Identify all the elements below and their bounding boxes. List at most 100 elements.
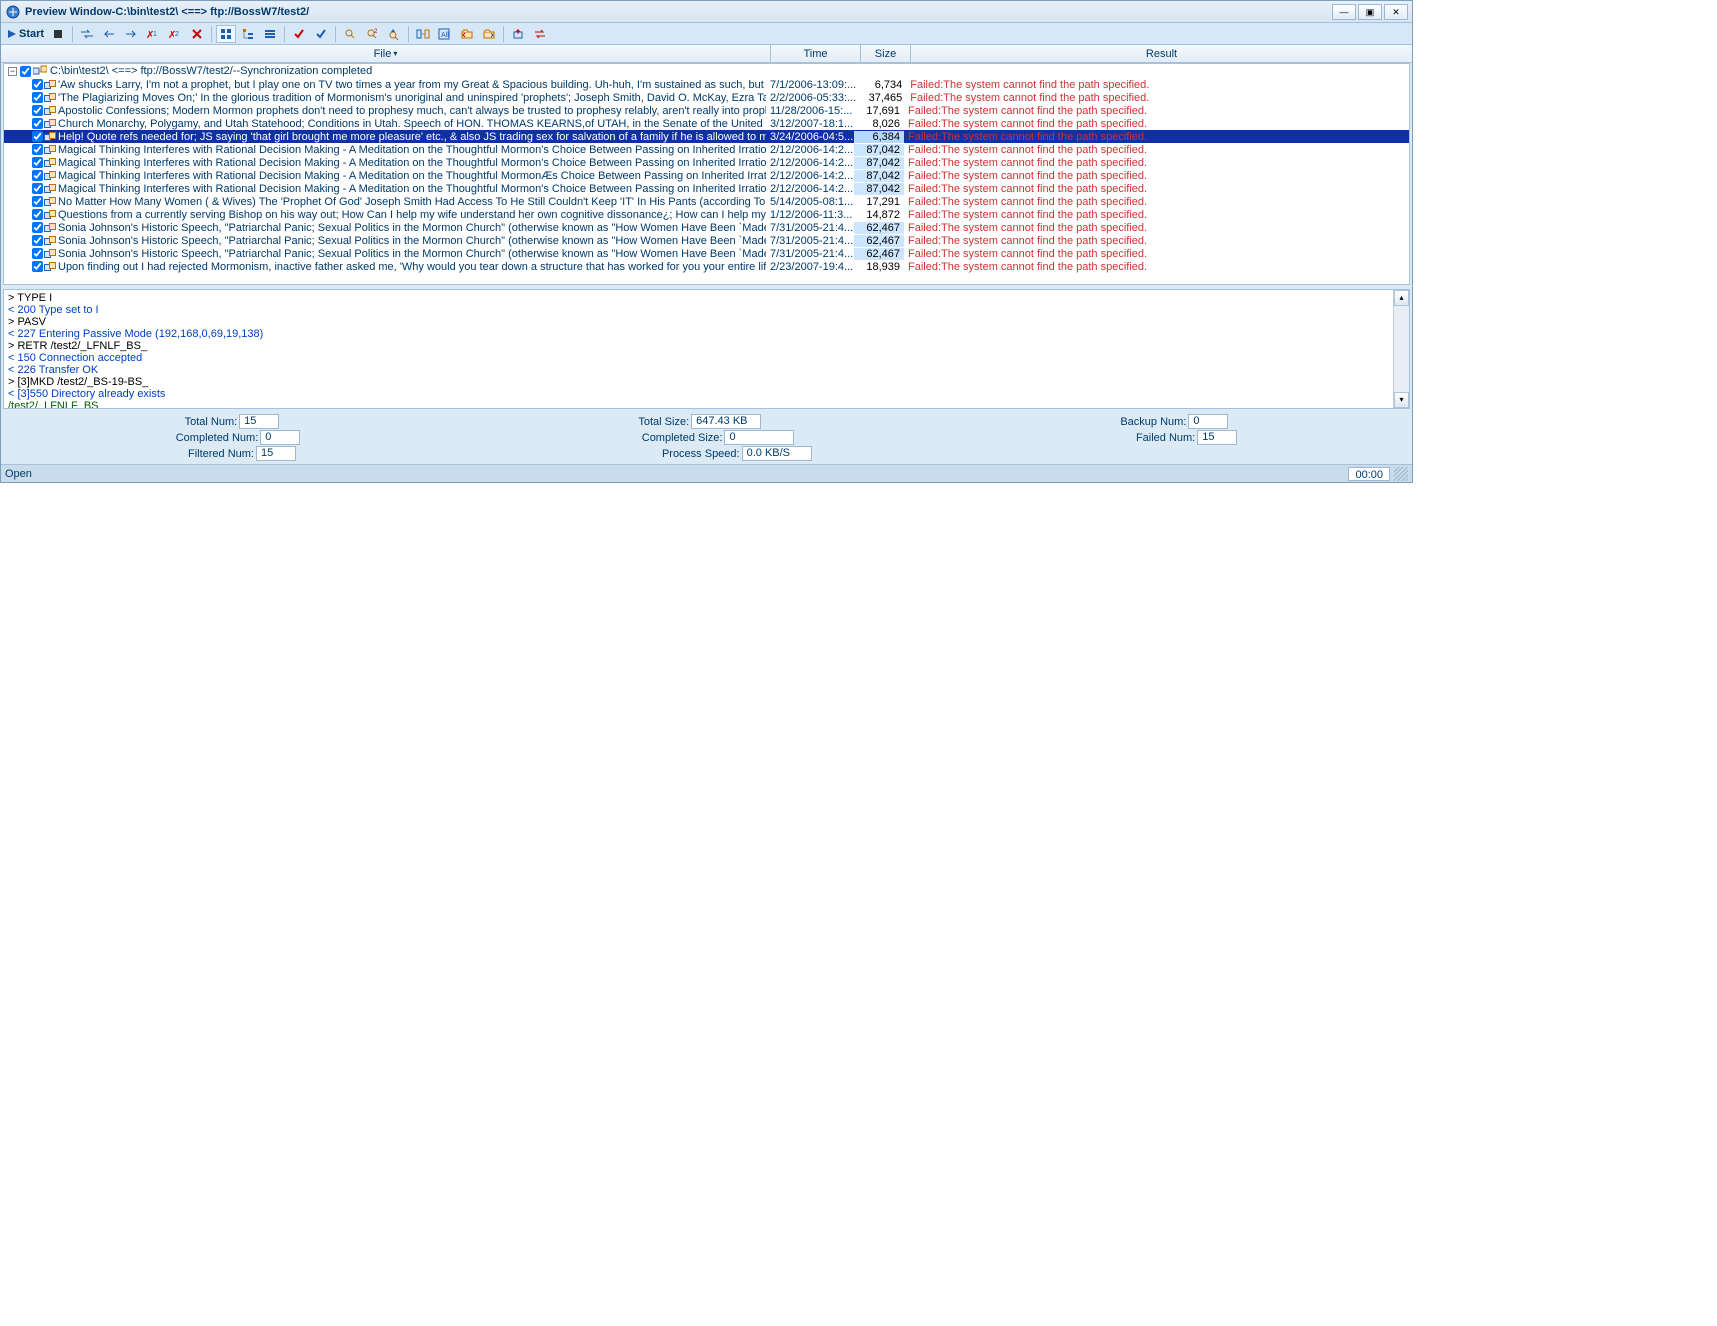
file-time: 7/31/2005-21:4... (766, 235, 854, 247)
stats-panel: Total Num:15 Total Size:647.43 KB Backup… (1, 411, 1412, 464)
row-checkbox[interactable] (32, 170, 43, 181)
export-icon[interactable] (508, 25, 528, 43)
delete-both-icon[interactable] (187, 25, 207, 43)
file-name: Magical Thinking Interferes with Rationa… (58, 183, 766, 195)
file-time: 7/31/2005-21:4... (766, 222, 854, 234)
file-time: 7/31/2005-21:4... (766, 248, 854, 260)
file-row[interactable]: 'Aw shucks Larry, I'm not a prophet, but… (4, 78, 1409, 91)
file-name: No Matter How Many Women ( & Wives) The … (58, 196, 766, 208)
resize-grip-icon[interactable] (1394, 467, 1408, 481)
row-checkbox[interactable] (32, 131, 43, 142)
search1-icon[interactable] (340, 25, 360, 43)
scroll-down-icon[interactable]: ▾ (1394, 392, 1409, 408)
delete-target-icon[interactable]: ✗2 (165, 25, 185, 43)
file-size: 6,734 (856, 79, 906, 91)
row-checkbox[interactable] (32, 248, 43, 259)
scroll-up-icon[interactable]: ▴ (1394, 290, 1409, 306)
file-row[interactable]: Sonia Johnson's Historic Speech, "Patria… (4, 247, 1409, 260)
folder-left-icon[interactable] (457, 25, 477, 43)
header-size[interactable]: Size (861, 45, 911, 62)
compare-icon[interactable] (413, 25, 433, 43)
row-checkbox[interactable] (32, 196, 43, 207)
start-button[interactable]: Start (5, 25, 46, 43)
row-checkbox[interactable] (32, 235, 43, 246)
file-name: Magical Thinking Interferes with Rationa… (58, 170, 766, 182)
file-size: 37,465 (856, 92, 906, 104)
file-pair-icon (44, 106, 56, 116)
file-result: Failed:The system cannot find the path s… (904, 118, 1409, 130)
header-time[interactable]: Time (771, 45, 861, 62)
file-name: Apostolic Confessions; Modern Mormon pro… (58, 105, 766, 117)
check-red-icon[interactable] (289, 25, 309, 43)
maximize-button[interactable]: ▣ (1358, 4, 1382, 20)
delete-source-icon[interactable]: ✗1 (143, 25, 163, 43)
view-list-icon[interactable] (260, 25, 280, 43)
file-size: 17,291 (854, 196, 904, 208)
file-size: 62,467 (854, 248, 904, 260)
root-checkbox[interactable] (20, 66, 31, 77)
row-checkbox[interactable] (32, 79, 43, 90)
file-tree-pane[interactable]: − C:\bin\test2\ <==> ftp://BossW7/test2/… (3, 63, 1410, 285)
row-checkbox[interactable] (32, 157, 43, 168)
titlebar[interactable]: Preview Window-C:\bin\test2\ <==> ftp://… (1, 1, 1412, 23)
row-checkbox[interactable] (32, 209, 43, 220)
log-scrollbar[interactable]: ▴ ▾ (1393, 290, 1409, 408)
tree-root[interactable]: − C:\bin\test2\ <==> ftp://BossW7/test2/… (4, 64, 1409, 78)
file-row[interactable]: Sonia Johnson's Historic Speech, "Patria… (4, 234, 1409, 247)
window-controls: — ▣ ✕ (1332, 4, 1408, 20)
total-size-label: Total Size: (638, 416, 689, 428)
file-pair-icon (44, 262, 56, 272)
row-checkbox[interactable] (32, 183, 43, 194)
view-tree-icon[interactable] (238, 25, 258, 43)
view-grid-icon[interactable] (216, 25, 236, 43)
row-checkbox[interactable] (32, 118, 43, 129)
file-row[interactable]: Magical Thinking Interferes with Rationa… (4, 169, 1409, 182)
ftp-log-pane[interactable]: > TYPE I< 200 Type set to I> PASV< 227 E… (3, 289, 1410, 409)
file-row[interactable]: Help! Quote refs needed for; JS saying '… (4, 130, 1409, 143)
sync-right-icon[interactable] (121, 25, 141, 43)
sync-left-icon[interactable] (99, 25, 119, 43)
sync-both-icon[interactable] (77, 25, 97, 43)
file-row[interactable]: Magical Thinking Interferes with Rationa… (4, 182, 1409, 195)
file-size: 18,939 (854, 261, 904, 273)
file-name: Magical Thinking Interferes with Rationa… (58, 157, 766, 169)
file-row[interactable]: Magical Thinking Interferes with Rationa… (4, 143, 1409, 156)
header-result[interactable]: Result (911, 45, 1412, 62)
file-row[interactable]: Questions from a currently serving Bisho… (4, 208, 1409, 221)
log-line: /test2/_LFNLF_BS_ (8, 400, 1405, 409)
file-row[interactable]: 'The Plagiarizing Moves On;' In the glor… (4, 91, 1409, 104)
select-all-icon[interactable]: All (435, 25, 455, 43)
search2-icon[interactable]: 2 (362, 25, 382, 43)
swap-icon[interactable] (530, 25, 550, 43)
file-row[interactable]: Upon finding out I had rejected Mormonis… (4, 260, 1409, 273)
close-button[interactable]: ✕ (1384, 4, 1408, 20)
file-pair-icon (44, 223, 56, 233)
row-checkbox[interactable] (32, 92, 43, 103)
file-pair-icon (44, 210, 56, 220)
file-pair-icon (44, 171, 56, 181)
minimize-button[interactable]: — (1332, 4, 1356, 20)
file-row[interactable]: Church Monarchy, Polygamy, and Utah Stat… (4, 117, 1409, 130)
stop-button[interactable] (48, 25, 68, 43)
row-checkbox[interactable] (32, 222, 43, 233)
svg-text:All: All (441, 32, 449, 39)
app-icon (5, 4, 21, 20)
folder-right-icon[interactable] (479, 25, 499, 43)
log-line: > PASV (8, 316, 1405, 328)
process-speed-label: Process Speed: (662, 448, 740, 460)
check-blue-icon[interactable] (311, 25, 331, 43)
file-row[interactable]: Apostolic Confessions; Modern Mormon pro… (4, 104, 1409, 117)
svg-text:2: 2 (374, 29, 378, 35)
search-up-icon[interactable] (384, 25, 404, 43)
file-result: Failed:The system cannot find the path s… (904, 261, 1409, 273)
row-checkbox[interactable] (32, 144, 43, 155)
root-label: C:\bin\test2\ <==> ftp://BossW7/test2/--… (50, 65, 372, 77)
header-file[interactable]: File ▾ (1, 45, 771, 62)
file-row[interactable]: Sonia Johnson's Historic Speech, "Patria… (4, 221, 1409, 234)
row-checkbox[interactable] (32, 105, 43, 116)
row-checkbox[interactable] (32, 261, 43, 272)
file-name: Sonia Johnson's Historic Speech, "Patria… (58, 248, 766, 260)
file-row[interactable]: No Matter How Many Women ( & Wives) The … (4, 195, 1409, 208)
file-row[interactable]: Magical Thinking Interferes with Rationa… (4, 156, 1409, 169)
collapse-icon[interactable]: − (8, 67, 17, 76)
